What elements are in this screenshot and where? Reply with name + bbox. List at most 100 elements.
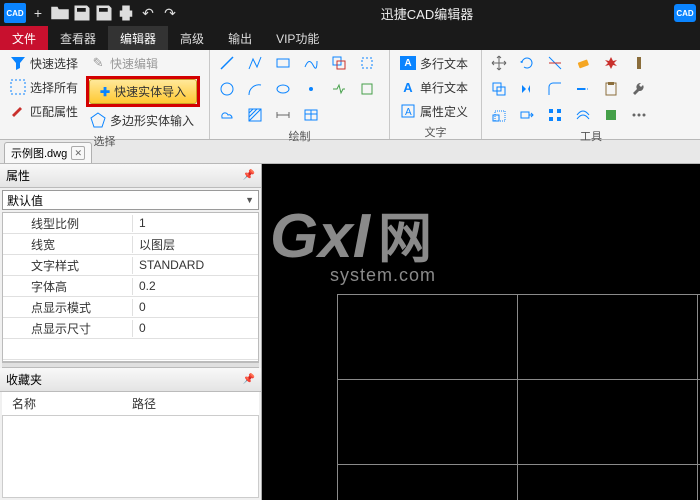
offset-icon[interactable] [572,104,594,126]
app-logo[interactable]: CAD [4,3,26,23]
menu-viewer[interactable]: 查看器 [48,26,108,50]
rotate-icon[interactable] [516,52,538,74]
bound1-icon[interactable] [328,78,350,100]
titlebar: CAD + ↶ ↷ 迅捷CAD编辑器 CAD [0,0,700,26]
arc-icon[interactable] [244,78,266,100]
drawing-canvas[interactable]: GxI网 system.com [262,164,700,500]
watermark: GxI网 system.com [270,194,436,286]
pin-icon[interactable]: 📌 [243,170,255,181]
menu-editor[interactable]: 编辑器 [108,26,168,50]
circle-icon[interactable] [216,78,238,100]
brush-icon [10,103,26,119]
ribbon-group-tools: 工具 [482,50,700,139]
properties-grid[interactable]: 线型比例1 线宽以图层 文字样式STANDARD 字体高0.2 点显示模式0 点… [2,212,259,362]
gridline [337,294,700,295]
ellipse-icon[interactable] [272,78,294,100]
plus-icon: ✚ [100,85,110,99]
region1-icon[interactable] [328,52,350,74]
redo-icon[interactable]: ↷ [160,3,180,23]
explode-icon[interactable] [600,52,622,74]
quick-import-button-highlight: ✚ 快速实体导入 [86,76,200,107]
filter-icon [10,55,26,71]
layer-combo[interactable]: 默认值▼ [2,190,259,210]
ribbon: 快速选择 选择所有 匹配属性 ✎快速编辑 ✚ 快速实体导入 多边形实体输入 选择 [0,50,700,140]
group-label-text: 文字 [396,122,475,142]
prop-row [3,339,258,360]
fav-col-name[interactable]: 名称 [2,395,132,412]
group-label-tools: 工具 [488,126,694,146]
print-icon[interactable] [116,3,136,23]
quick-edit-button: ✎快速编辑 [86,52,200,74]
favorites-header: 收藏夹📌 [0,368,261,392]
pencil-icon: ✎ [90,55,106,71]
menubar: 文件 查看器 编辑器 高级 输出 VIP功能 [0,26,700,50]
stext-icon: A [400,79,416,95]
erase-icon[interactable] [572,52,594,74]
wrench-icon[interactable] [628,78,650,100]
prop-row[interactable]: 点显示尺寸0 [3,318,258,339]
app-title: 迅捷CAD编辑器 [180,4,674,23]
paste-icon[interactable] [600,78,622,100]
gridline [517,294,518,500]
dim1-icon[interactable] [272,104,294,126]
point-icon[interactable] [300,78,322,100]
copy-icon[interactable] [488,78,510,100]
array-icon[interactable] [544,104,566,126]
stretch-icon[interactable] [516,104,538,126]
prop-row[interactable]: 文字样式STANDARD [3,255,258,276]
scale-icon[interactable] [488,104,510,126]
polygon-input-button[interactable]: 多边形实体输入 [86,109,200,131]
multiline-text-button[interactable]: A多行文本 [396,52,472,74]
group-label-draw: 绘制 [216,126,383,146]
hatch-icon[interactable] [244,104,266,126]
single-text-button[interactable]: A单行文本 [396,76,472,98]
attr-def-button[interactable]: A属性定义 [396,100,472,122]
open-icon[interactable] [50,3,70,23]
move-icon[interactable] [488,52,510,74]
cad-badge-icon[interactable]: CAD [674,4,696,22]
workspace: 属性📌 默认值▼ 线型比例1 线宽以图层 文字样式STANDARD 字体高0.2… [0,164,700,500]
more-tool-icon[interactable] [628,104,650,126]
fav-col-path[interactable]: 路径 [132,395,156,412]
gridline [697,294,698,500]
cloud-icon[interactable] [216,104,238,126]
fillet-icon[interactable] [544,78,566,100]
prop-row[interactable]: 线宽以图层 [3,234,258,255]
mirror-icon[interactable] [516,78,538,100]
svg-text:A: A [405,107,412,118]
rect-icon[interactable] [272,52,294,74]
quick-import-button[interactable]: ✚ 快速实体导入 [89,79,197,104]
save-icon[interactable] [72,3,92,23]
repair-icon[interactable] [628,52,650,74]
match-props-button[interactable]: 匹配属性 [6,100,82,122]
ribbon-group-draw: 绘制 [210,50,390,139]
quick-access-toolbar: CAD + ↶ ↷ [4,3,180,23]
favorites-list[interactable] [2,416,259,498]
prop-row[interactable]: 字体高0.2 [3,276,258,297]
pin-icon[interactable]: 📌 [243,374,255,385]
bound2-icon[interactable] [356,78,378,100]
attr-icon: A [400,103,416,119]
undo-icon[interactable]: ↶ [138,3,158,23]
region2-icon[interactable] [356,52,378,74]
line-icon[interactable] [216,52,238,74]
menu-advanced[interactable]: 高级 [168,26,216,50]
select-all-icon [10,79,26,95]
prop-row[interactable]: 点显示模式0 [3,297,258,318]
block-icon[interactable] [600,104,622,126]
select-all-button[interactable]: 选择所有 [6,76,82,98]
menu-file[interactable]: 文件 [0,26,48,50]
polyline-icon[interactable] [244,52,266,74]
spline-icon[interactable] [300,52,322,74]
menu-vip[interactable]: VIP功能 [264,26,331,50]
saveas-icon[interactable] [94,3,114,23]
prop-row[interactable]: 线型比例1 [3,213,258,234]
new-icon[interactable]: + [28,3,48,23]
menu-output[interactable]: 输出 [216,26,264,50]
polygon-icon [90,112,106,128]
ribbon-group-text: A多行文本 A单行文本 A属性定义 文字 [390,50,482,139]
extend-icon[interactable] [572,78,594,100]
table-icon[interactable] [300,104,322,126]
quick-select-button[interactable]: 快速选择 [6,52,82,74]
trim-icon[interactable] [544,52,566,74]
